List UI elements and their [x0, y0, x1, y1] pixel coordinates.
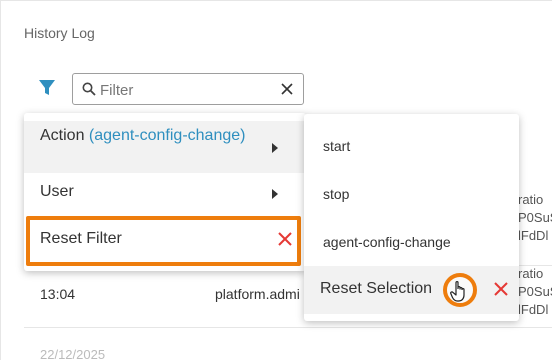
action-prefix: Action — [40, 127, 85, 144]
action-submenu: start stop agent-config-change Reset Sel… — [304, 114, 519, 321]
user-label: User — [40, 183, 74, 200]
menu-item-user[interactable]: User — [24, 173, 306, 213]
row-time: 13:04 — [40, 286, 76, 302]
chevron-right-icon — [272, 143, 278, 153]
row-detail-fragment: lFdDl — [518, 228, 549, 243]
funnel-icon[interactable] — [38, 79, 56, 97]
page-title: History Log — [24, 25, 95, 41]
panel-border — [0, 1, 1, 360]
reset-filter-x-icon[interactable] — [278, 232, 292, 246]
search-icon — [82, 82, 96, 96]
reset-filter-label: Reset Filter — [40, 230, 122, 247]
submenu-item-stop[interactable]: stop — [304, 170, 519, 218]
row-user: platform.admi — [215, 286, 300, 302]
submenu-item-label: stop — [323, 186, 350, 202]
hand-pointer-icon — [450, 281, 465, 302]
menu-item-reset-filter[interactable]: Reset Filter — [24, 216, 306, 263]
submenu-item-label: start — [323, 138, 351, 154]
chevron-right-icon — [272, 189, 278, 199]
filter-menu: Action (agent-config-change) User Reset … — [24, 113, 306, 271]
row-detail-fragment: ratio — [518, 266, 544, 281]
action-label: Action (agent-config-change) — [40, 125, 250, 147]
clear-filter-icon[interactable] — [281, 83, 293, 95]
reset-selection-label: Reset Selection — [320, 280, 433, 297]
submenu-item-reset-selection[interactable]: Reset Selection — [304, 266, 519, 314]
filter-input[interactable] — [100, 80, 270, 100]
history-log-panel: History Log 13:04 platform.admi ratio P0… — [0, 0, 552, 360]
action-selected-value: (agent-config-change) — [88, 127, 246, 144]
menu-item-action[interactable]: Action (agent-config-change) — [24, 121, 306, 173]
row-detail-fragment: ratio — [518, 192, 544, 207]
submenu-item-start[interactable]: start — [304, 122, 519, 170]
submenu-item-label: agent-config-change — [323, 234, 451, 250]
row-detail-fragment: lFdDl — [518, 302, 549, 317]
row-detail-fragment: P0SuS — [518, 210, 552, 225]
reset-selection-x-icon[interactable] — [494, 282, 508, 296]
submenu-item-agent-config-change[interactable]: agent-config-change — [304, 218, 519, 266]
row-divider — [24, 327, 552, 328]
date-group-header: 22/12/2025 — [40, 347, 106, 360]
filter-field[interactable] — [72, 73, 304, 105]
row-detail-fragment: P0SuS — [518, 284, 552, 299]
